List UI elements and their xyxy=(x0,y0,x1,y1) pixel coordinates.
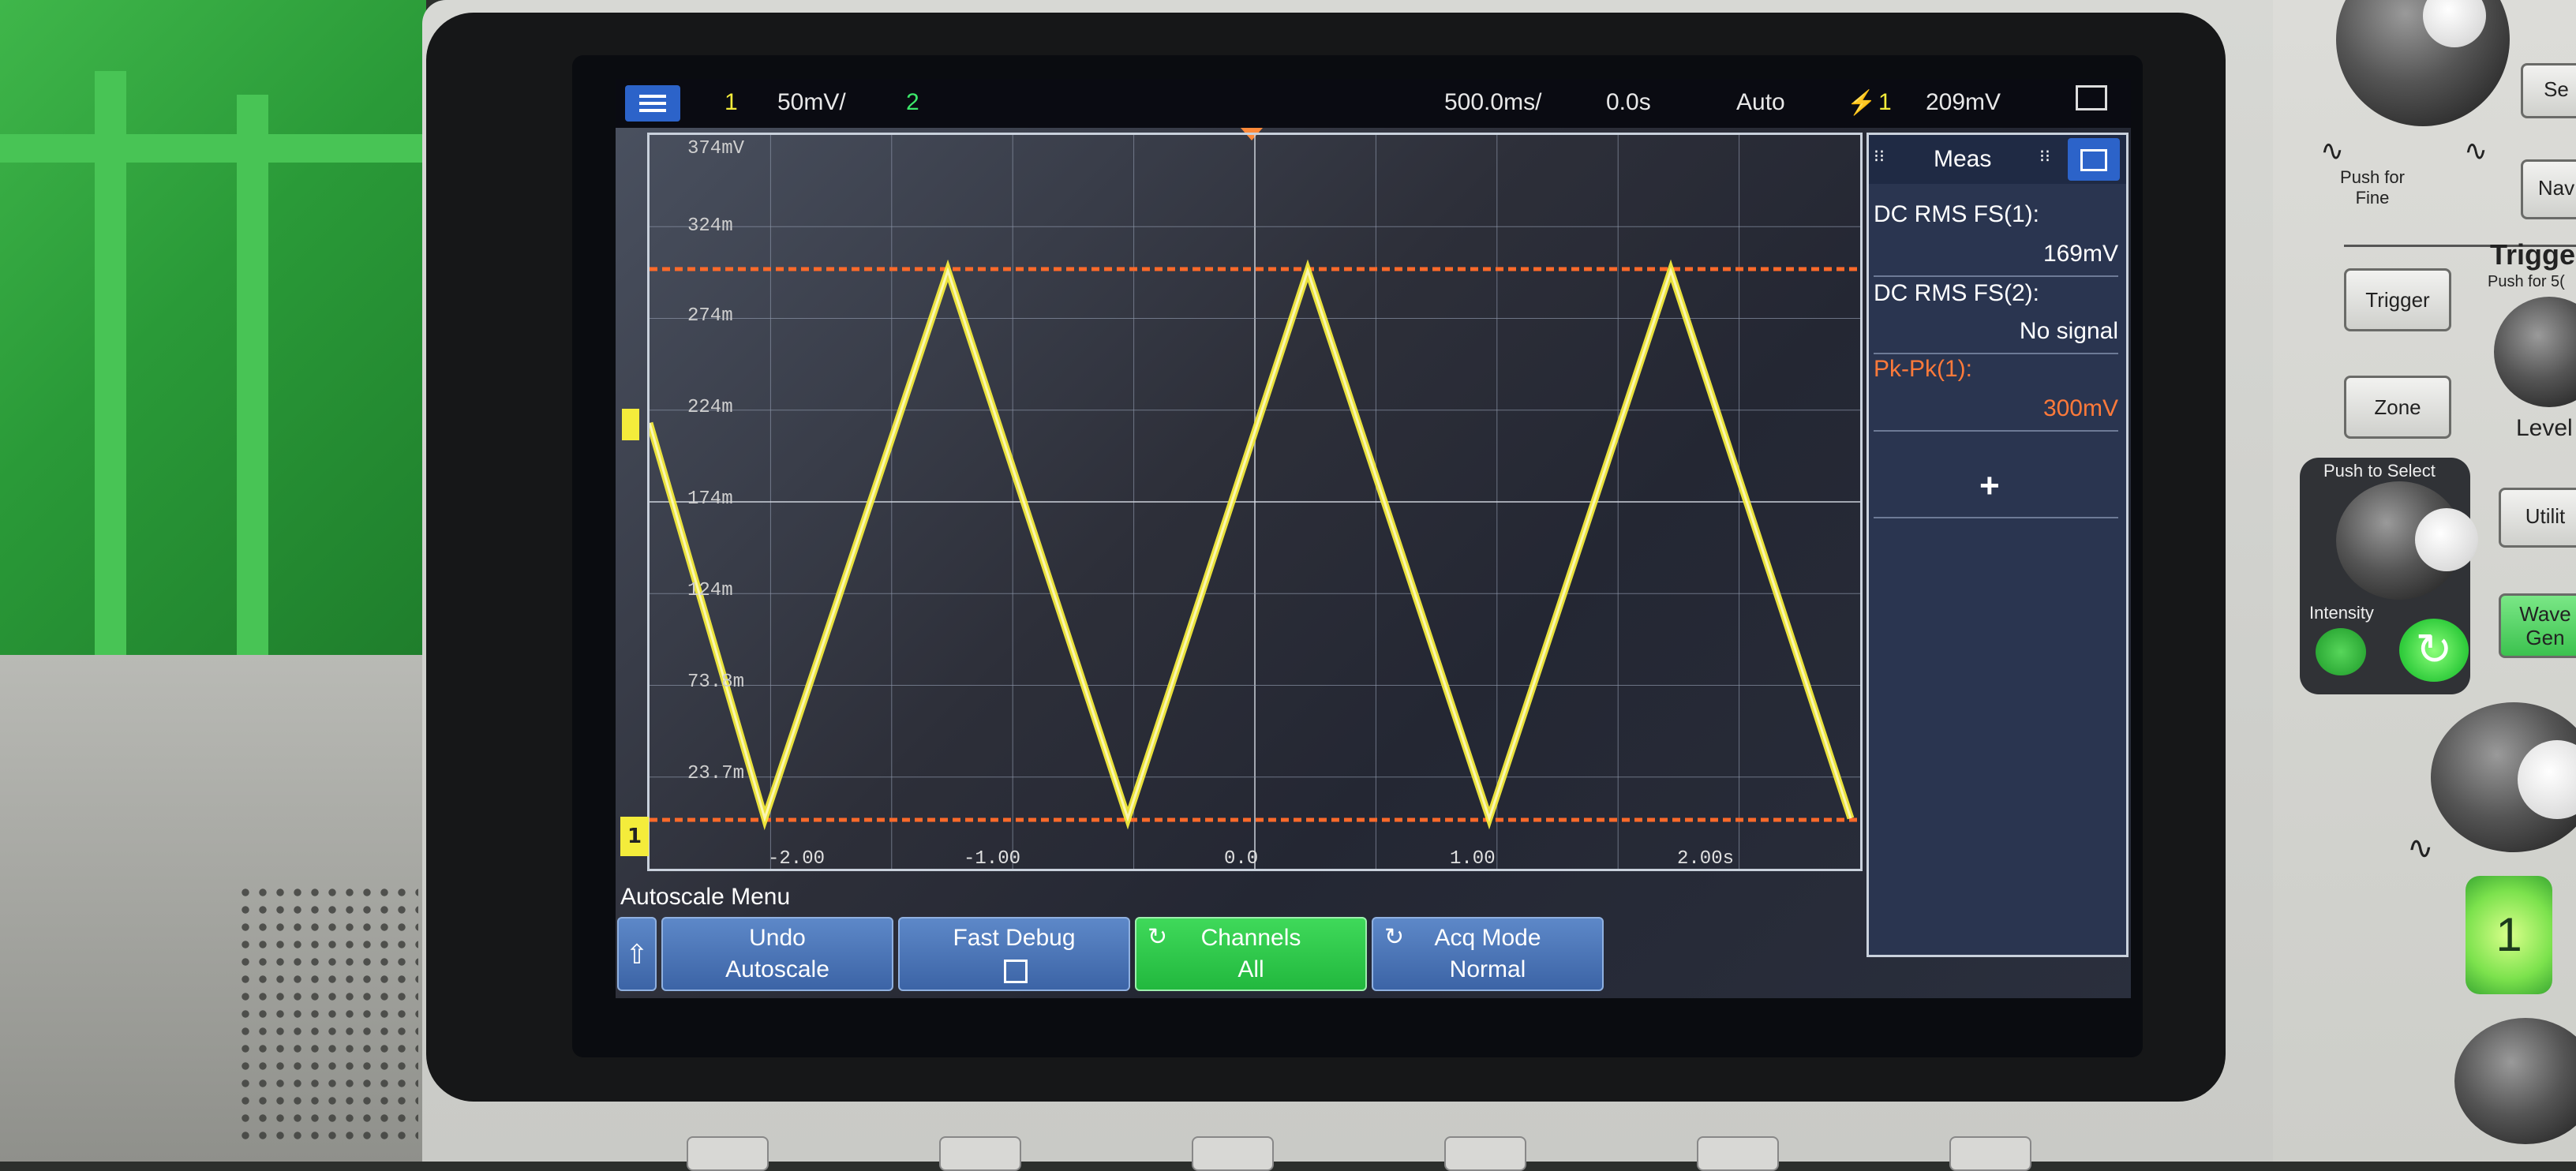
trigger-channel: 1 xyxy=(1878,89,1892,115)
y-label: 73.8m xyxy=(687,672,745,693)
select-rotate-icon[interactable]: ↻ xyxy=(2399,619,2469,682)
meas-header: ⁝⁝ Meas ⁝⁝ xyxy=(1869,135,2126,184)
sine-icon: ∿ xyxy=(2407,831,2434,866)
scroll-icon[interactable]: ⁝⁝ xyxy=(1874,146,1885,166)
hardware-softkey[interactable] xyxy=(939,1136,1021,1171)
softkey-undo-autoscale[interactable]: Undo Autoscale xyxy=(661,917,893,991)
status-bar: 1 50mV/ 2 500.0ms/ 0.0s Auto ⚡ 1 209mV xyxy=(616,79,2131,128)
y-label: 324m xyxy=(687,215,733,237)
menu-icon[interactable] xyxy=(625,85,680,122)
hardware-softkey[interactable] xyxy=(1949,1136,2031,1171)
ch1-offset-marker[interactable] xyxy=(622,409,639,440)
delay: 0.0s xyxy=(1606,89,1651,115)
hardware-softkey[interactable] xyxy=(1697,1136,1779,1171)
timebase: 500.0ms/ xyxy=(1444,89,1542,115)
hardware-softkey[interactable] xyxy=(1192,1136,1274,1171)
meas-value: No signal xyxy=(2019,318,2118,344)
intensity-button[interactable] xyxy=(2316,628,2366,675)
ch2-indicator[interactable]: 2 xyxy=(906,89,919,116)
screen-capture-icon[interactable] xyxy=(2076,85,2107,110)
menu-back-button[interactable]: ⇧ xyxy=(617,917,657,991)
y-label: 374mV xyxy=(687,138,745,159)
meas-title: Meas xyxy=(1934,146,1992,172)
scope-display: 1 50mV/ 2 500.0ms/ 0.0s Auto ⚡ 1 209mV 3… xyxy=(616,79,2131,998)
x-label: 0.0 xyxy=(1224,848,1259,870)
x-label: -1.00 xyxy=(964,848,1021,870)
hardware-softkey[interactable] xyxy=(687,1136,769,1171)
meas-value: 300mV xyxy=(2042,395,2118,421)
meas-label: DC RMS FS(2): xyxy=(1874,280,2039,306)
sine-icon: ∿ xyxy=(2320,134,2345,166)
channel-1-button[interactable]: 1 xyxy=(2466,876,2552,994)
wave-gen-button[interactable]: Wave Gen xyxy=(2499,593,2576,658)
utility-button[interactable]: Utilit xyxy=(2499,488,2576,548)
add-measurement-icon[interactable]: + xyxy=(1979,466,2000,506)
green-storage-box xyxy=(0,0,426,655)
ch1-waveform xyxy=(650,259,1855,831)
meas-menu-icon[interactable] xyxy=(2068,138,2120,181)
y-label: 174m xyxy=(687,488,733,510)
trigger-section-title: Trigge xyxy=(2490,238,2576,271)
x-label: -2.00 xyxy=(768,848,826,870)
meas-value: 169mV xyxy=(2042,241,2118,267)
measurement-panel: ⁝⁝ Meas ⁝⁝ DC RMS FS(1): 169mV DC RMS FS… xyxy=(1866,133,2129,957)
softkey-channels[interactable]: ↻ Channels All xyxy=(1135,917,1367,991)
meas-label: Pk-Pk(1): xyxy=(1874,356,1973,382)
x-label: 1.00 xyxy=(1450,848,1496,870)
hardware-softkey[interactable] xyxy=(1444,1136,1526,1171)
level-label: Level xyxy=(2516,415,2573,441)
sel-button[interactable]: Se xyxy=(2521,63,2576,118)
y-label: 224m xyxy=(687,397,733,418)
entry-knob[interactable] xyxy=(2336,481,2478,600)
meas-label: DC RMS FS(1): xyxy=(1874,201,2039,227)
softkey-acq-mode[interactable]: ↻ Acq Mode Normal xyxy=(1372,917,1604,991)
y-label: 274m xyxy=(687,305,733,327)
trigger-mode: Auto xyxy=(1736,89,1785,115)
trigger-edge-icon: ⚡ xyxy=(1847,90,1877,116)
softkey-fast-debug[interactable]: Fast Debug xyxy=(898,917,1130,991)
ch1-scale: 50mV/ xyxy=(777,89,846,115)
sine-icon: ∿ xyxy=(2464,134,2488,166)
push-for-fine-label: Push for Fine xyxy=(2340,167,2405,208)
trigger-level: 209mV xyxy=(1926,89,2001,115)
nav-button[interactable]: Nav xyxy=(2521,159,2576,219)
waveform-plot[interactable]: 374mV 324m 274m 224m 174m 124m 73.8m 23.… xyxy=(647,133,1863,871)
trigger-push-label: Push for 5( xyxy=(2488,273,2565,290)
scroll-icon[interactable]: ⁝⁝ xyxy=(2039,146,2050,166)
ch1-waveform-highlight xyxy=(650,267,1852,823)
ch1-indicator[interactable]: 1 xyxy=(724,89,738,116)
x-label: 2.00s xyxy=(1677,848,1735,870)
ch1-ground-marker[interactable]: 1 xyxy=(620,817,649,856)
menu-title: Autoscale Menu xyxy=(620,884,791,910)
intensity-label: Intensity xyxy=(2309,603,2374,623)
speaker-grille xyxy=(237,884,418,1144)
zone-button[interactable]: Zone xyxy=(2344,376,2451,439)
checkbox-icon[interactable] xyxy=(1004,960,1028,983)
y-label: 23.7m xyxy=(687,763,745,784)
push-to-select-label: Push to Select xyxy=(2323,461,2436,481)
trigger-button[interactable]: Trigger xyxy=(2344,268,2451,331)
y-label: 124m xyxy=(687,580,733,601)
waveform-graticule xyxy=(650,135,1860,869)
